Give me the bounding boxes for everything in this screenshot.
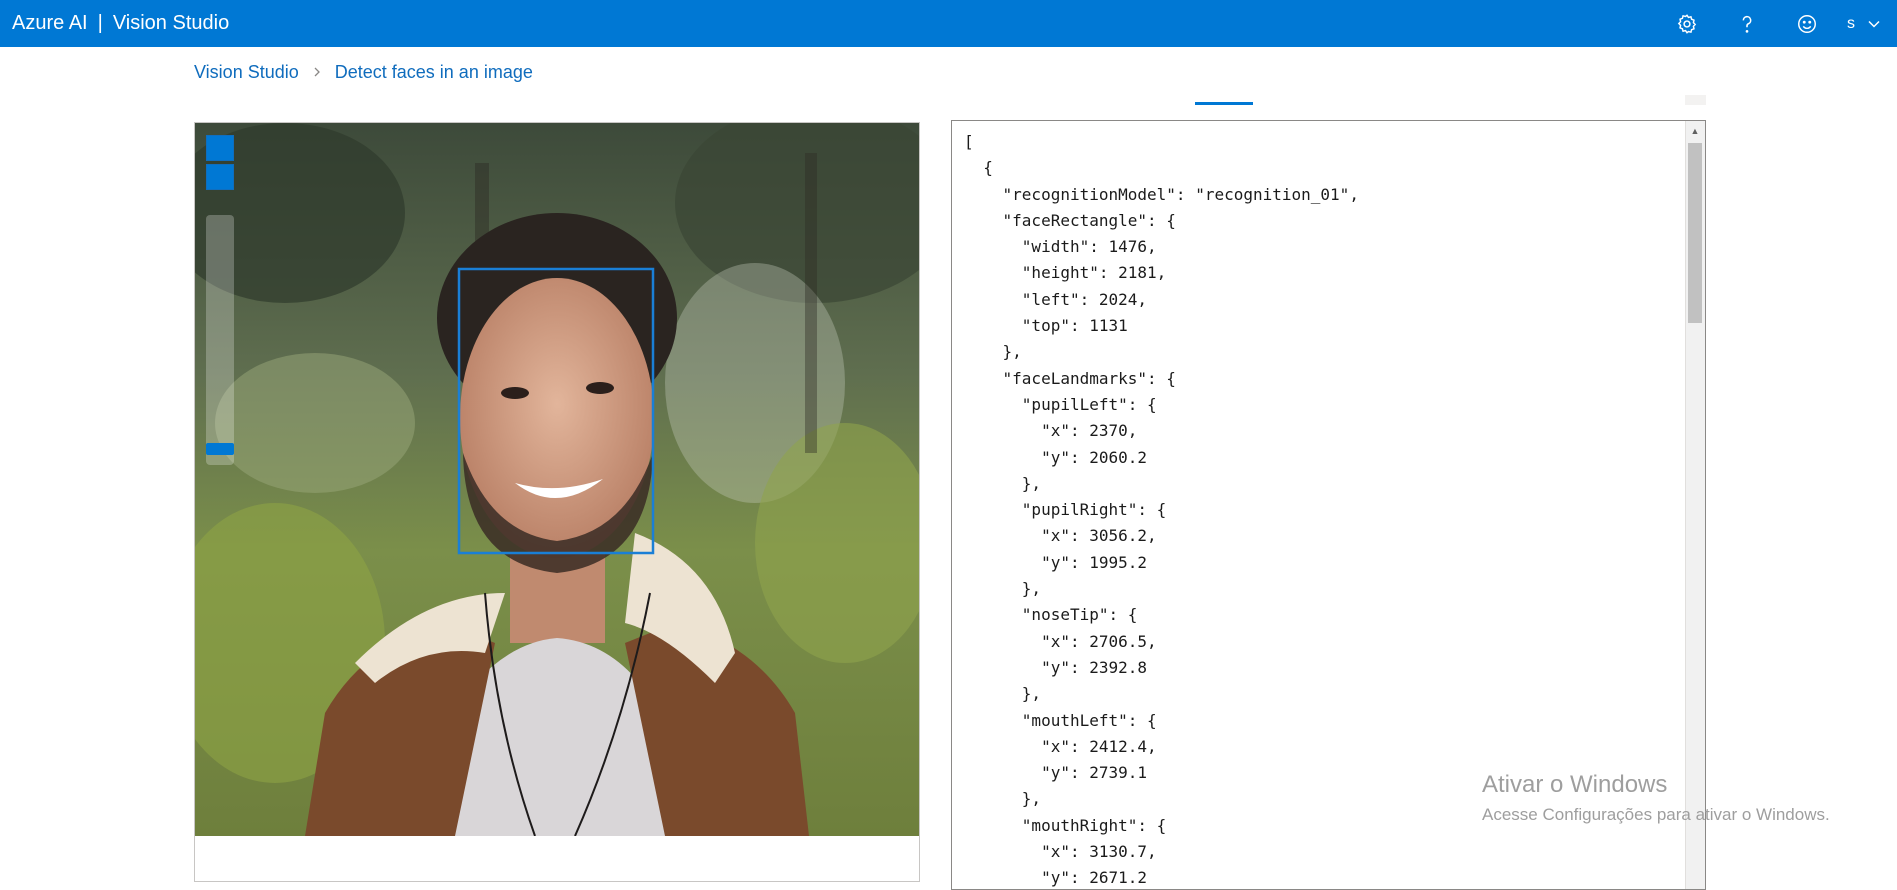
feedback-smiley-icon: [1798, 14, 1816, 33]
json-line: "x": 3056.2,: [964, 526, 1157, 546]
app-brand[interactable]: Azure AI | Vision Studio: [12, 0, 229, 47]
settings-button[interactable]: [1657, 0, 1717, 47]
json-line: "x": 2370,: [964, 421, 1138, 441]
json-line: "width": 1476,: [964, 237, 1157, 257]
zoom-out-button[interactable]: [206, 164, 234, 190]
json-line: "y": 2392.8: [964, 657, 1148, 677]
json-line: "mouthLeft": {: [964, 710, 1157, 730]
feedback-button[interactable]: [1777, 0, 1837, 47]
json-line: "faceRectangle": {: [964, 210, 1176, 230]
json-line: },: [964, 342, 1022, 362]
panel-tab-stub: [1685, 95, 1706, 105]
json-line: },: [964, 473, 1042, 493]
json-line: "x": 2412.4,: [964, 736, 1157, 756]
scroll-up-arrow-icon[interactable]: ▲: [1685, 121, 1705, 141]
active-tab-indicator: [1195, 102, 1253, 105]
watermark-subtitle: Acesse Configurações para ativar o Windo…: [1482, 805, 1830, 824]
user-menu[interactable]: s: [1837, 0, 1897, 47]
json-line: "faceLandmarks": {: [964, 368, 1176, 388]
breadcrumb-current-page[interactable]: Detect faces in an image: [335, 62, 533, 83]
scrollbar-thumb[interactable]: [1688, 143, 1702, 323]
json-line: "pupilRight": {: [964, 500, 1167, 520]
json-line: "y": 2739.1: [964, 763, 1148, 783]
json-line: "pupilLeft": {: [964, 394, 1157, 414]
json-line: "top": 1131: [964, 316, 1128, 336]
watermark-title: Ativar o Windows: [1482, 771, 1668, 798]
windows-activation-watermark: Ativar o Windows Acesse Configurações pa…: [1482, 771, 1830, 825]
json-line: "y": 1995.2: [964, 552, 1148, 572]
json-line: "left": 2024,: [964, 289, 1148, 309]
header-actions: s: [1657, 0, 1897, 47]
json-line: "x": 2706.5,: [964, 631, 1157, 651]
json-line: [: [964, 132, 974, 151]
zoom-slider-track[interactable]: [206, 215, 234, 465]
chevron-right-icon: [311, 66, 323, 78]
json-line: "recognitionModel": "recognition_01",: [964, 184, 1359, 204]
json-code-view: [ { "recognitionModel": "recognition_01"…: [964, 129, 1359, 889]
json-line: "mouthRight": {: [964, 815, 1167, 835]
help-button[interactable]: [1717, 0, 1777, 47]
json-line: },: [964, 579, 1042, 599]
help-icon: [1742, 15, 1752, 33]
json-line: },: [964, 789, 1042, 809]
uploaded-photo: [195, 123, 919, 836]
brand-name: Azure AI: [12, 12, 88, 34]
chevron-down-icon: [1868, 20, 1880, 28]
json-line: {: [964, 158, 993, 178]
json-line: "x": 3130.7,: [964, 842, 1157, 862]
json-line: "noseTip": {: [964, 605, 1138, 625]
json-line: "y": 2060.2: [964, 447, 1148, 467]
breadcrumb: Vision Studio Detect faces in an image: [194, 60, 533, 84]
zoom-slider-thumb[interactable]: [206, 443, 234, 455]
image-viewer: [194, 122, 920, 882]
brand-separator: |: [97, 12, 103, 34]
json-line: "height": 2181,: [964, 263, 1167, 283]
product-name: Vision Studio: [112, 12, 230, 34]
top-navigation-bar: Azure AI | Vision Studio s: [0, 0, 1897, 47]
breadcrumb-vision-studio-link[interactable]: Vision Studio: [194, 62, 299, 83]
zoom-in-button[interactable]: [206, 135, 234, 161]
user-initial: s: [1847, 14, 1855, 32]
json-line: },: [964, 684, 1042, 704]
gear-icon: [1677, 13, 1697, 34]
json-line: "y": 2671.2: [964, 868, 1148, 888]
